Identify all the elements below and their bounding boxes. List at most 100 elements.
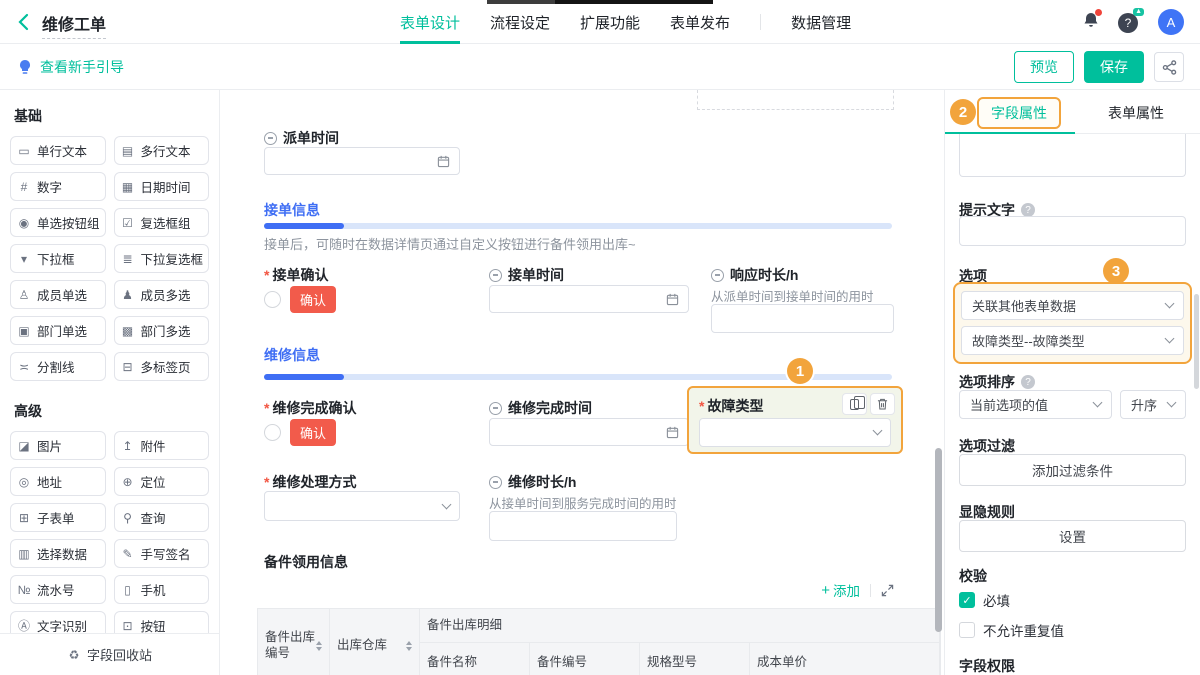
subform-table[interactable]: 备件出库编号 出库仓库 备件出库明细 备件名称 备件编号 规格型号 成本单价 [257,608,941,675]
single-line-text-icon: ▭ [18,143,30,158]
serial-number-icon: № [17,582,31,597]
expand-icon[interactable] [881,584,894,597]
canvas-scrollbar[interactable] [935,448,942,632]
panel-partial-textarea[interactable] [959,134,1186,177]
sidebar-item-serial-number[interactable]: № 流水号 [10,575,106,604]
receive-confirm-label: * 接单确认 [264,267,329,283]
dispatch-time-input[interactable] [264,147,460,175]
query-icon: ⚲ [123,510,132,525]
receive-time-input[interactable] [489,285,689,313]
sidebar-item-single-line-text[interactable]: ▭ 单行文本 [10,136,106,165]
back-button[interactable] [18,13,29,36]
dept-multi-icon: ▩ [121,323,134,338]
form-canvas[interactable]: 派单时间 接单信息 接单后，可随时在数据详情页通过自定义按钮进行备件领用出库~ … [220,90,944,675]
sort-order-select[interactable]: 升序 [1120,390,1186,419]
sidebar-item-member-multi[interactable]: ♟ 成员多选 [113,280,209,309]
sidebar-item-attachment[interactable]: ↥ 附件 [113,431,209,460]
repair-time-input[interactable] [489,418,689,446]
share-icon [1162,59,1176,75]
tab-form-publish[interactable]: 表单发布 [670,0,730,44]
help-new-badge: ▲ [1133,8,1144,16]
tab-form-design[interactable]: 表单设计 [400,0,461,44]
tab-form-properties[interactable]: 表单属性 [1108,103,1164,123]
member-single-icon: ♙ [18,287,30,302]
sidebar-item-number[interactable]: # 数字 [10,172,106,201]
sidebar-item-dept-single[interactable]: ▣ 部门单选 [10,316,106,345]
chevron-down-icon [441,499,452,509]
subform-actions: + 添加 [264,580,894,600]
preview-button[interactable]: 预览 [1014,51,1074,83]
attachment-icon: ↥ [122,438,133,453]
sidebar-item-multi-line-text[interactable]: ▤ 多行文本 [113,136,209,165]
placeholder-text-input[interactable] [959,216,1186,246]
help-question-icon[interactable]: ? [1021,203,1035,217]
sidebar-item-tabs[interactable]: ⊟ 多标签页 [113,352,209,381]
sidebar-item-multi-select[interactable]: ≣ 下拉复选框 [113,244,209,273]
calendar-icon [666,293,679,305]
sidebar-item-member-single[interactable]: ♙ 成员单选 [10,280,106,309]
subform-col-warehouse: 出库仓库 [330,609,420,675]
tab-extensions[interactable]: 扩展功能 [580,0,640,44]
step-badge-3: 3 [1103,258,1129,284]
tab-data-manage[interactable]: 数据管理 [791,0,851,44]
sidebar-item-phone[interactable]: ▯ 手机 [113,575,209,604]
user-avatar[interactable]: A [1158,9,1184,35]
form-title[interactable]: 维修工单 [42,11,107,39]
field-recycle-bin[interactable]: ♻ 字段回收站 [0,633,219,675]
repair-confirm-radio[interactable] [264,424,281,441]
tab-divider [760,14,762,30]
help-icon[interactable]: ? ▲ [1118,8,1144,33]
sidebar-item-image[interactable]: ◪ 图片 [10,431,106,460]
receive-confirm-radio[interactable] [264,291,281,308]
help-question-icon[interactable]: ? [1021,375,1035,389]
fault-type-select[interactable] [699,418,891,447]
display-rule-settings-button[interactable]: 设置 [959,520,1186,552]
receive-confirm-control: 确认 [264,286,337,313]
sidebar-item-dept-multi[interactable]: ▩ 部门多选 [113,316,209,345]
add-filter-button[interactable]: 添加过滤条件 [959,454,1186,486]
required-checkbox-row: ✓ 必填 [959,590,1010,610]
fault-type-field-selected[interactable]: * 故障类型 [687,386,903,454]
delete-field-button[interactable] [870,393,895,415]
sort-field-select[interactable]: 当前选项的值 [959,390,1112,419]
required-checkbox[interactable]: ✓ [959,592,975,608]
panel-scrollbar[interactable] [1194,294,1199,389]
sidebar-item-location[interactable]: ⊕ 定位 [113,467,209,496]
subform-group-header: 备件出库明细 [420,609,940,643]
sidebar-item-divider[interactable]: ≍ 分割线 [10,352,106,381]
repair-confirm-button[interactable]: 确认 [290,419,337,446]
share-button[interactable] [1154,52,1184,82]
sort-icon[interactable] [316,640,322,651]
copy-field-button[interactable] [842,393,867,415]
option-field-select[interactable]: 故障类型--故障类型 [961,326,1184,355]
partial-field-input[interactable] [697,90,894,110]
sidebar-item-datetime[interactable]: ▦ 日期时间 [113,172,209,201]
save-button[interactable]: 保存 [1084,51,1144,83]
sort-icon[interactable] [406,640,412,651]
tab-flow-settings[interactable]: 流程设定 [490,0,550,44]
subform-add-button[interactable]: + 添加 [821,580,860,600]
sidebar-item-subform[interactable]: ⊞ 子表单 [10,503,106,532]
sidebar-item-query[interactable]: ⚲ 查询 [113,503,209,532]
option-source-select[interactable]: 关联其他表单数据 [961,291,1184,320]
sidebar-item-select-data[interactable]: ▥ 选择数据 [10,539,106,568]
no-duplicate-checkbox[interactable] [959,622,975,638]
sidebar-item-select[interactable]: ▾ 下拉框 [10,244,106,273]
option-sort-row: 当前选项的值 升序 [959,390,1186,419]
subform-action-divider [870,583,871,597]
sidebar-item-address[interactable]: ◎ 地址 [10,467,106,496]
sidebar-item-checkbox-group[interactable]: ☑ 复选框组 [113,208,209,237]
select-icon: ▾ [20,251,28,266]
tab-field-properties[interactable]: 字段属性 [977,97,1061,129]
repair-method-select[interactable] [264,491,460,521]
repair-duration-input[interactable] [489,511,677,541]
response-duration-input[interactable] [711,304,894,333]
sidebar-item-radio-group[interactable]: ◉ 单选按钮组 [10,208,106,237]
notification-bell-icon[interactable] [1082,8,1102,34]
receive-confirm-button[interactable]: 确认 [290,286,337,313]
sidebar-item-signature[interactable]: ✎ 手写签名 [113,539,209,568]
repair-duration-desc: 从接单时间到服务完成时间的用时 [489,497,677,511]
newbie-guide-link[interactable]: 查看新手引导 [18,44,124,90]
chevron-down-icon [1092,397,1103,408]
location-icon: ⊕ [122,474,133,489]
